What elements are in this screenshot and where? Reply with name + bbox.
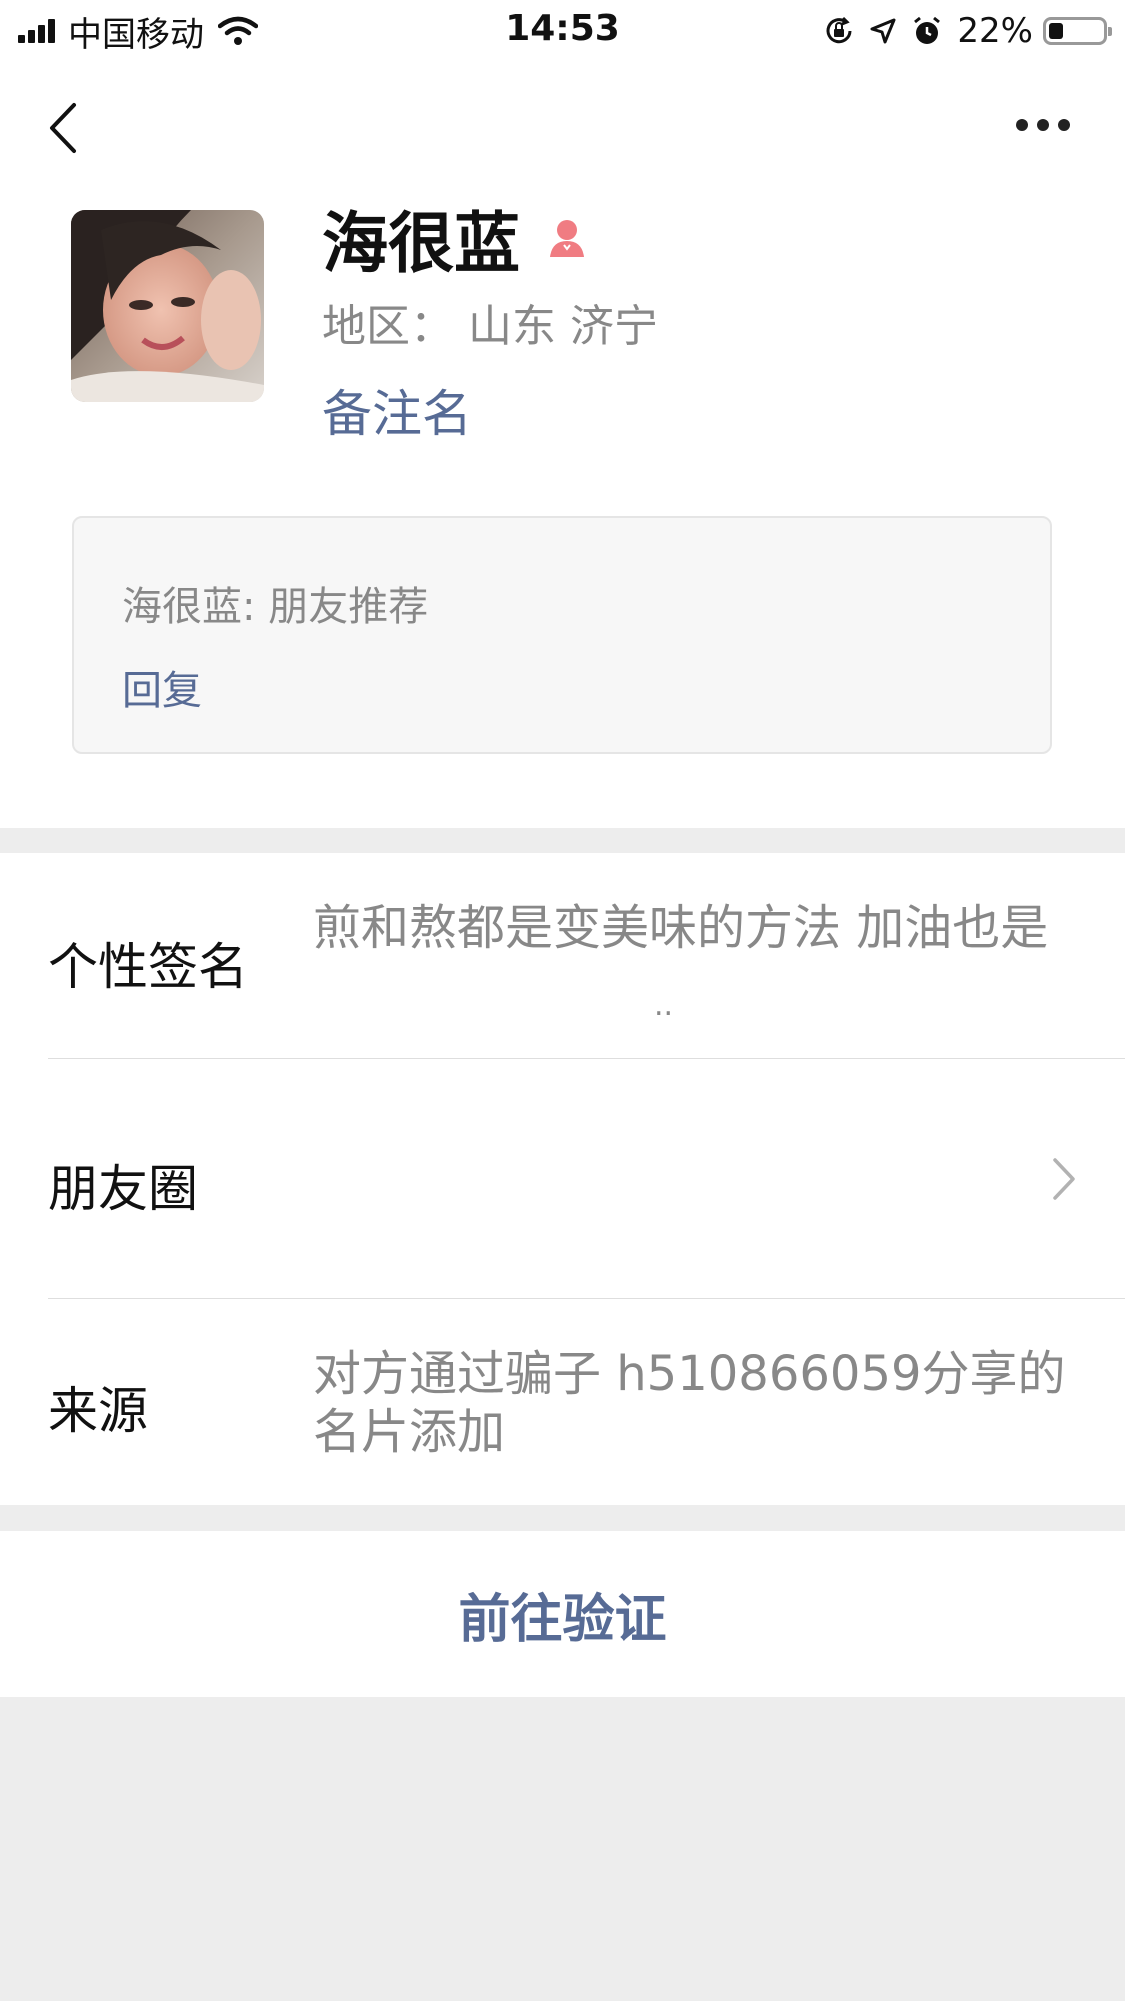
signature-row: 个性签名 煎和熬都是变美味的方法 加油也是 ..	[0, 853, 1125, 1058]
signature-trailing: ..	[654, 988, 674, 1023]
chevron-right-icon	[1051, 1157, 1077, 1201]
profile-name: 海很蓝	[322, 205, 520, 282]
verification-message: 海很蓝: 朋友推荐	[122, 584, 429, 630]
source-value: 对方通过骗子 h510866059分享的名片添加	[313, 1346, 1066, 1460]
region-text: 地区： 山东 济宁	[322, 301, 658, 352]
name-row: 海很蓝	[322, 190, 590, 286]
verification-message-box: 海很蓝: 朋友推荐 回复	[72, 516, 1052, 754]
moments-row[interactable]: 朋友圈	[0, 1059, 1125, 1298]
source-label: 来源	[48, 1382, 148, 1440]
verify-label: 前往验证	[458, 1589, 667, 1650]
orientation-lock-icon	[823, 15, 855, 47]
back-button[interactable]	[40, 98, 86, 158]
battery-icon	[1043, 17, 1112, 45]
signature-label: 个性签名	[48, 938, 248, 996]
verify-button[interactable]: 前往验证	[0, 1531, 1125, 1697]
more-button[interactable]	[1011, 108, 1075, 142]
reply-link[interactable]: 回复	[122, 658, 202, 716]
info-list: 个性签名 煎和熬都是变美味的方法 加油也是 .. 朋友圈 来源 对方通过骗子 h…	[0, 853, 1125, 1505]
battery-percent: 22%	[957, 11, 1033, 51]
avatar[interactable]	[71, 210, 264, 402]
remark-name-link[interactable]: 备注名	[322, 374, 472, 446]
chevron-left-icon	[50, 103, 76, 153]
source-row: 来源 对方通过骗子 h510866059分享的名片添加	[0, 1299, 1125, 1505]
moments-label: 朋友圈	[48, 1160, 198, 1218]
status-bar: 中国移动 14:53 22%	[0, 0, 1125, 62]
more-horizontal-icon	[1016, 119, 1070, 131]
status-right: 22%	[809, 10, 1112, 52]
female-icon	[544, 215, 590, 261]
alarm-icon	[911, 15, 943, 47]
location-icon	[869, 17, 897, 45]
signature-value: 煎和熬都是变美味的方法 加油也是	[313, 900, 1049, 956]
